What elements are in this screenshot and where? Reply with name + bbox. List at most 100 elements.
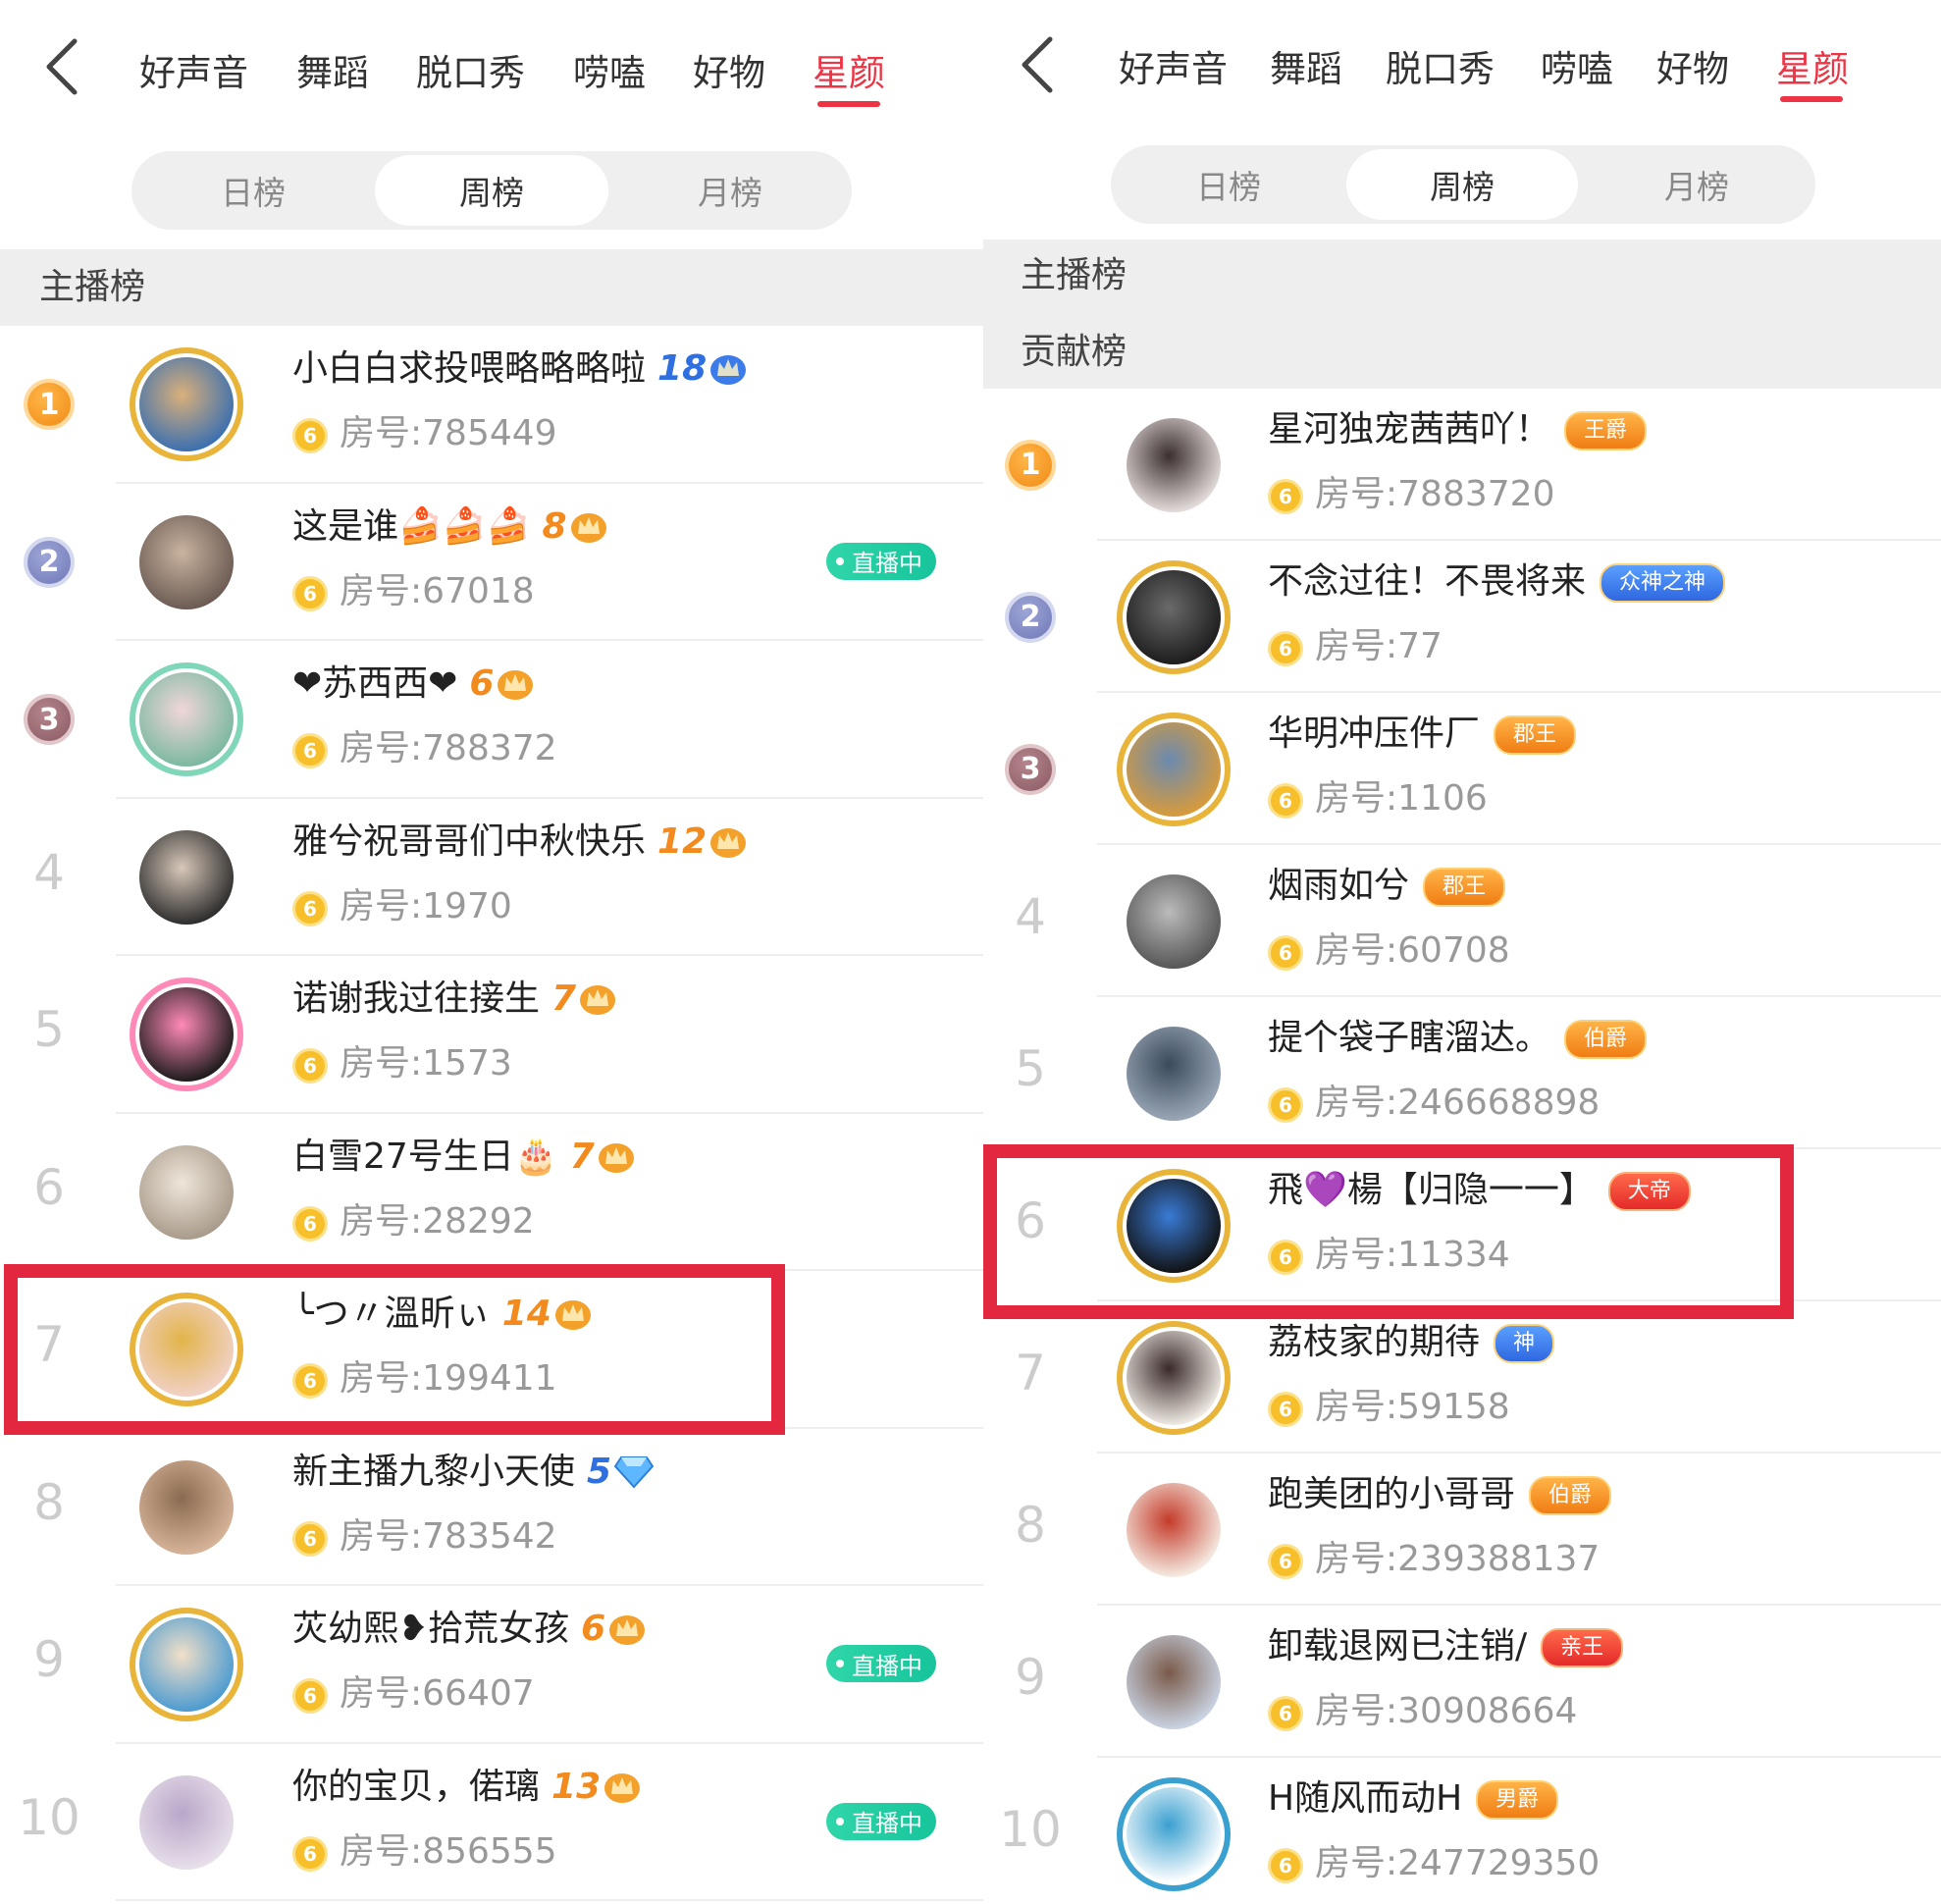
user-name: 卸载退网已注销/ (1268, 1625, 1528, 1666)
level-number: 12 (657, 820, 708, 862)
rank-number: 9 (1015, 1648, 1046, 1706)
back-arrow-icon[interactable] (1011, 26, 1070, 104)
avatar[interactable] (1127, 1786, 1221, 1881)
tab-haowu[interactable]: 好物 (693, 49, 765, 98)
room-number: 房号:246668898 (1315, 1080, 1600, 1127)
tab-xingyan[interactable]: 星颜 (1776, 45, 1849, 94)
avatar[interactable] (139, 357, 234, 452)
avatar[interactable] (139, 672, 234, 767)
tab-haowu[interactable]: 好物 (1656, 45, 1729, 94)
room-value: 856555 (422, 1830, 557, 1872)
room-prefix: 房号: (1315, 1386, 1398, 1427)
period-month[interactable]: 月榜 (608, 151, 852, 230)
rank-number: 6 (33, 1158, 65, 1216)
live-dot-icon (836, 1817, 844, 1825)
rank-number: 4 (1015, 887, 1046, 945)
section-header: 主播榜 贡献榜 (983, 239, 1941, 389)
section-header: 主播榜 (0, 249, 983, 326)
avatar[interactable] (139, 1774, 234, 1870)
section-anchor-list[interactable]: 主播榜 (39, 263, 145, 312)
ranking-row[interactable]: 10 你的宝贝，偌璃 13 6 房号:856555 直播中 (0, 1744, 983, 1901)
ranking-row[interactable]: 4 雅兮祝哥哥们中秋快乐 12 6 房号:1970 (0, 799, 983, 956)
rank-title-badge: 郡王 (1423, 867, 1506, 907)
section-contribution-list[interactable]: 贡献榜 (1021, 328, 1127, 377)
avatar[interactable] (1127, 569, 1221, 664)
ranking-row[interactable]: 8 跑美团的小哥哥 伯爵 6 房号:239388137 (983, 1454, 1941, 1606)
period-week[interactable]: 周榜 (375, 155, 608, 226)
period-day[interactable]: 日榜 (1111, 145, 1346, 224)
avatar[interactable] (139, 1617, 234, 1713)
crown-icon (710, 827, 747, 858)
live-label: 直播中 (852, 550, 922, 578)
tab-tuokouxiu[interactable]: 脱口秀 (1386, 45, 1495, 94)
ranking-row[interactable]: 2 这是谁🍰🍰🍰 8 6 房号:67018 直播中 (0, 484, 983, 641)
tab-tuokouxiu[interactable]: 脱口秀 (416, 49, 525, 98)
coin-icon: 6 (1268, 934, 1303, 971)
rank-medal-icon: 3 (24, 694, 75, 746)
room-prefix: 房号: (340, 413, 423, 454)
ranking-row[interactable]: 6 白雪27号生日🎂 7 6 房号:28292 (0, 1114, 983, 1271)
tab-laoke[interactable]: 唠嗑 (573, 49, 646, 98)
ranking-row[interactable]: 5 提个袋子瞎溜达。 伯爵 6 房号:246668898 (983, 997, 1941, 1149)
level-icon (611, 1452, 655, 1492)
tab-haoshengyin[interactable]: 好声音 (139, 49, 248, 98)
rank-title-badge: 男爵 (1476, 1779, 1559, 1820)
room-number: 房号:67018 (340, 568, 535, 615)
avatar[interactable] (1127, 1482, 1221, 1577)
ranking-row[interactable]: 10 H随风而动H 男爵 6 房号:247729350 (983, 1758, 1941, 1904)
tab-laoke[interactable]: 唠嗑 (1541, 45, 1613, 94)
rank-number: 10 (999, 1800, 1062, 1858)
period-week[interactable]: 周榜 (1346, 149, 1578, 220)
avatar[interactable] (139, 829, 234, 925)
avatar[interactable] (139, 514, 234, 609)
tab-xingyan[interactable]: 星颜 (813, 49, 885, 98)
level-icon (567, 506, 608, 547)
avatar[interactable] (1127, 417, 1221, 512)
avatar[interactable] (139, 1459, 234, 1555)
live-dot-icon (836, 1660, 844, 1668)
row-divider (116, 1899, 983, 1901)
room-number: 房号:783542 (340, 1513, 557, 1560)
ranking-row[interactable]: 9 苂幼熙❥拾荒女孩 6 6 房号:66407 直播中 (0, 1586, 983, 1744)
ranking-row[interactable]: 8 新主播九黎小天使 5 6 房号:783542 (0, 1429, 983, 1586)
coin-icon: 6 (292, 1835, 328, 1872)
avatar[interactable] (1127, 1026, 1221, 1121)
period-day[interactable]: 日榜 (131, 151, 375, 230)
tab-wudao[interactable]: 舞蹈 (296, 49, 369, 98)
avatar[interactable] (1127, 873, 1221, 969)
ranking-row[interactable]: 2 不念过往！不畏将来 众神之神 6 房号:77 (983, 541, 1941, 693)
live-badge[interactable]: 直播中 (826, 1802, 936, 1840)
ranking-row[interactable]: 3 华明冲压件厂 郡王 6 房号:1106 (983, 693, 1941, 845)
room-number: 房号:30908664 (1315, 1688, 1577, 1735)
crown-icon (580, 985, 616, 1016)
user-name: H随风而动H (1268, 1777, 1463, 1819)
live-badge[interactable]: 直播中 (826, 542, 936, 580)
room-value: 785449 (422, 413, 557, 454)
avatar[interactable] (1127, 721, 1221, 817)
anchor-name: 小白白求投喂略略略啦 (292, 348, 647, 390)
tab-haoshengyin[interactable]: 好声音 (1119, 45, 1228, 94)
room-value: 788372 (422, 728, 557, 769)
avatar[interactable] (139, 987, 234, 1083)
ranking-row[interactable]: 1 小白白求投喂略略略啦 18 6 房号:785449 (0, 326, 983, 484)
back-arrow-icon[interactable] (35, 27, 94, 106)
period-month[interactable]: 月榜 (1578, 145, 1815, 224)
ranking-row[interactable]: 7 荔枝家的期待神 6 房号:59158 (983, 1301, 1941, 1454)
avatar[interactable] (1127, 1330, 1221, 1425)
anchor-name-line: 你的宝贝，偌璃 13 (292, 1764, 642, 1811)
anchor-name-line: 苂幼熙❥拾荒女孩 6 (292, 1606, 647, 1653)
user-name: 提个袋子瞎溜达。 (1268, 1017, 1551, 1058)
ranking-row[interactable]: 9 卸载退网已注销/亲王 6 房号:30908664 (983, 1606, 1941, 1758)
avatar[interactable] (139, 1144, 234, 1240)
active-tab-indicator (1780, 96, 1843, 102)
section-anchor-list[interactable]: 主播榜 (1021, 251, 1127, 300)
ranking-row[interactable]: 5 诺谢我过往接生 7 6 房号:1573 (0, 956, 983, 1114)
ranking-row[interactable]: 1 星河独宠茜茜吖！ 王爵 6 房号:7883720 (983, 389, 1941, 541)
crown-icon (498, 670, 534, 701)
ranking-row[interactable]: 3 ❤苏西西❤ 6 6 房号:788372 (0, 641, 983, 799)
tab-wudao[interactable]: 舞蹈 (1270, 45, 1342, 94)
live-badge[interactable]: 直播中 (826, 1645, 936, 1683)
avatar[interactable] (1127, 1634, 1221, 1729)
ranking-row[interactable]: 4 烟雨如兮 郡王 6 房号:60708 (983, 845, 1941, 997)
room-number: 房号:77 (1315, 623, 1443, 670)
